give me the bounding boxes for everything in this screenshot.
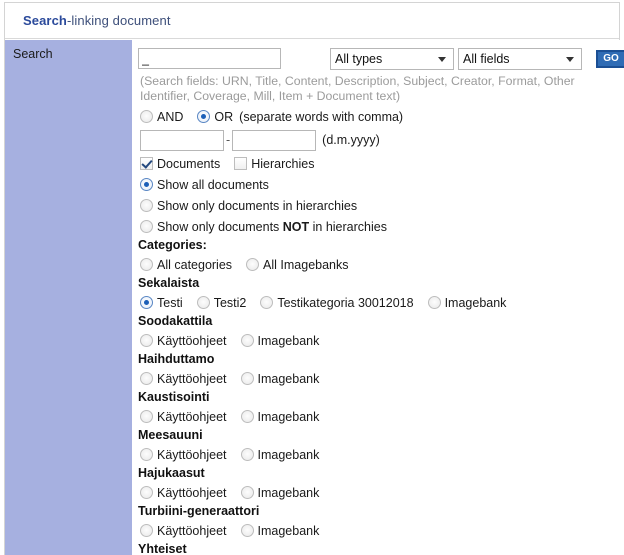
category-option-label: Käyttöohjeet (157, 447, 227, 462)
page-body: Search All types All fields (5, 40, 624, 555)
category-group-options: Käyttöohjeet Imagebank (136, 444, 624, 465)
snh-post: in hierarchies (309, 219, 387, 234)
field-select-wrap: All fields (458, 47, 582, 70)
radio-category-option[interactable] (140, 372, 153, 385)
category-group-title: Hajukaasut (138, 466, 205, 480)
radio-category-option[interactable] (240, 334, 254, 347)
snh-bold: NOT (282, 219, 310, 234)
radio-category-option[interactable] (240, 486, 254, 499)
radio-category-option[interactable] (140, 448, 153, 461)
search-page: Search-linking document Search All types (0, 0, 624, 555)
category-option-label: Testi (157, 295, 183, 310)
field-select[interactable]: All fields (458, 47, 582, 70)
date-format-hint: (d.m.yyyy) (322, 133, 380, 147)
category-option-label: Imagebank (257, 371, 320, 386)
date-separator: - (226, 133, 231, 147)
radio-category-option[interactable] (240, 372, 254, 385)
go-button[interactable]: GO (596, 49, 624, 68)
categories-heading: Categories: (138, 238, 207, 252)
doc-type-row: Documents Hierarchies (136, 153, 624, 174)
category-option-label: Testikategoria 30012018 (277, 295, 414, 310)
operator-hint: (separate words with comma) (239, 109, 404, 124)
type-select-wrap: All types (330, 47, 454, 70)
radio-category-option[interactable] (427, 296, 441, 309)
type-select[interactable]: All types (330, 47, 454, 70)
radio-category-option[interactable] (140, 410, 153, 423)
page-title-rest: -linking document (66, 13, 171, 28)
search-row: All types All fields GO (136, 45, 624, 72)
search-input[interactable] (138, 48, 281, 69)
radio-all-categories[interactable] (140, 258, 153, 271)
category-group-title: Haihduttamo (138, 352, 215, 366)
show-all-row: Show all documents (136, 174, 624, 195)
hierarchies-label: Hierarchies (251, 156, 315, 171)
category-group-title: Sekalaista (138, 276, 200, 290)
category-group-title: Kaustisointi (138, 390, 210, 404)
all-imagebanks-label: All Imagebanks (263, 257, 349, 272)
show-not-in-hierarchies-label: Show only documents NOT in hierarchies (157, 220, 387, 234)
category-option-label: Imagebank (257, 485, 320, 500)
category-option-label: Käyttöohjeet (157, 409, 227, 424)
radio-show-in-hierarchies[interactable] (140, 199, 153, 212)
category-group-options: Käyttöohjeet Imagebank (136, 330, 624, 351)
category-group-options: Testi Testi2 Testikategoria 30012018 Imageb… (136, 292, 624, 313)
category-option-label: Imagebank (257, 409, 320, 424)
search-fields-help: (Search fields: URN, Title, Content, Des… (140, 74, 575, 103)
radio-category-option[interactable] (240, 410, 254, 423)
radio-category-option[interactable] (260, 296, 274, 309)
category-group-title: Turbiini-generaattori (138, 504, 260, 518)
category-group-options: Käyttöohjeet Imagebank (136, 482, 624, 503)
all-categories-row: All categories All Imagebanks (136, 254, 624, 275)
category-group-options: Käyttöohjeet Imagebank (136, 368, 624, 389)
category-group-title: Yhteiset (138, 542, 187, 555)
category-option-label: Testi2 (213, 295, 247, 310)
category-group-title: Soodakattila (138, 314, 213, 328)
snh-pre: Show only documents (157, 219, 283, 234)
radio-or[interactable] (197, 110, 211, 123)
sidebar-item-search[interactable]: Search (13, 46, 132, 62)
radio-category-option[interactable] (240, 524, 254, 537)
operator-row: AND OR (separate words with comma) (136, 106, 624, 127)
show-all-label: Show all documents (157, 177, 269, 192)
page-title-strong: Search (23, 13, 67, 28)
checkbox-documents[interactable] (140, 157, 153, 170)
category-option-label: Imagebank (257, 333, 320, 348)
date-from-input[interactable] (140, 129, 224, 151)
category-group-title: Meesauuni (138, 428, 203, 442)
category-option-label: Imagebank (444, 295, 507, 310)
category-option-label: Käyttöohjeet (157, 485, 227, 500)
category-option-label: Käyttöohjeet (157, 523, 227, 538)
radio-category-option[interactable] (140, 334, 153, 347)
radio-category-option[interactable] (240, 448, 254, 461)
radio-and[interactable] (140, 110, 153, 123)
all-categories-label: All categories (157, 257, 233, 272)
page-title: Search -linking document (5, 3, 619, 39)
operator-and-label: AND (157, 109, 184, 124)
category-option-label: Imagebank (257, 447, 320, 462)
category-group-options: Käyttöohjeet Imagebank (136, 520, 624, 541)
radio-show-not-in-hierarchies[interactable] (140, 220, 153, 233)
checkbox-hierarchies[interactable] (234, 157, 248, 170)
show-not-in-hierarchies-row: Show only documents NOT in hierarchies (136, 216, 624, 237)
radio-all-imagebanks[interactable] (246, 258, 260, 271)
search-form: All types All fields GO (Search fields: … (133, 40, 624, 555)
category-option-label: Käyttöohjeet (157, 371, 227, 386)
radio-show-all[interactable] (140, 178, 153, 191)
show-in-hierarchies-label: Show only documents in hierarchies (157, 198, 358, 213)
date-to-input[interactable] (232, 129, 317, 151)
radio-category-option[interactable] (140, 486, 153, 499)
documents-label: Documents (157, 156, 221, 171)
category-option-label: Imagebank (257, 523, 320, 538)
radio-category-option[interactable] (140, 296, 153, 309)
category-option-label: Käyttöohjeet (157, 333, 227, 348)
radio-category-option[interactable] (196, 296, 210, 309)
radio-category-option[interactable] (140, 524, 153, 537)
category-groups: Sekalaista Testi Testi2 Testikategoria 3001… (136, 275, 624, 555)
sidebar: Search (5, 40, 133, 555)
category-group-options: Käyttöohjeet Imagebank (136, 406, 624, 427)
operator-or-label: OR (214, 109, 234, 124)
date-range-row: - (d.m.yyyy) (136, 127, 624, 153)
show-in-hierarchies-row: Show only documents in hierarchies (136, 195, 624, 216)
